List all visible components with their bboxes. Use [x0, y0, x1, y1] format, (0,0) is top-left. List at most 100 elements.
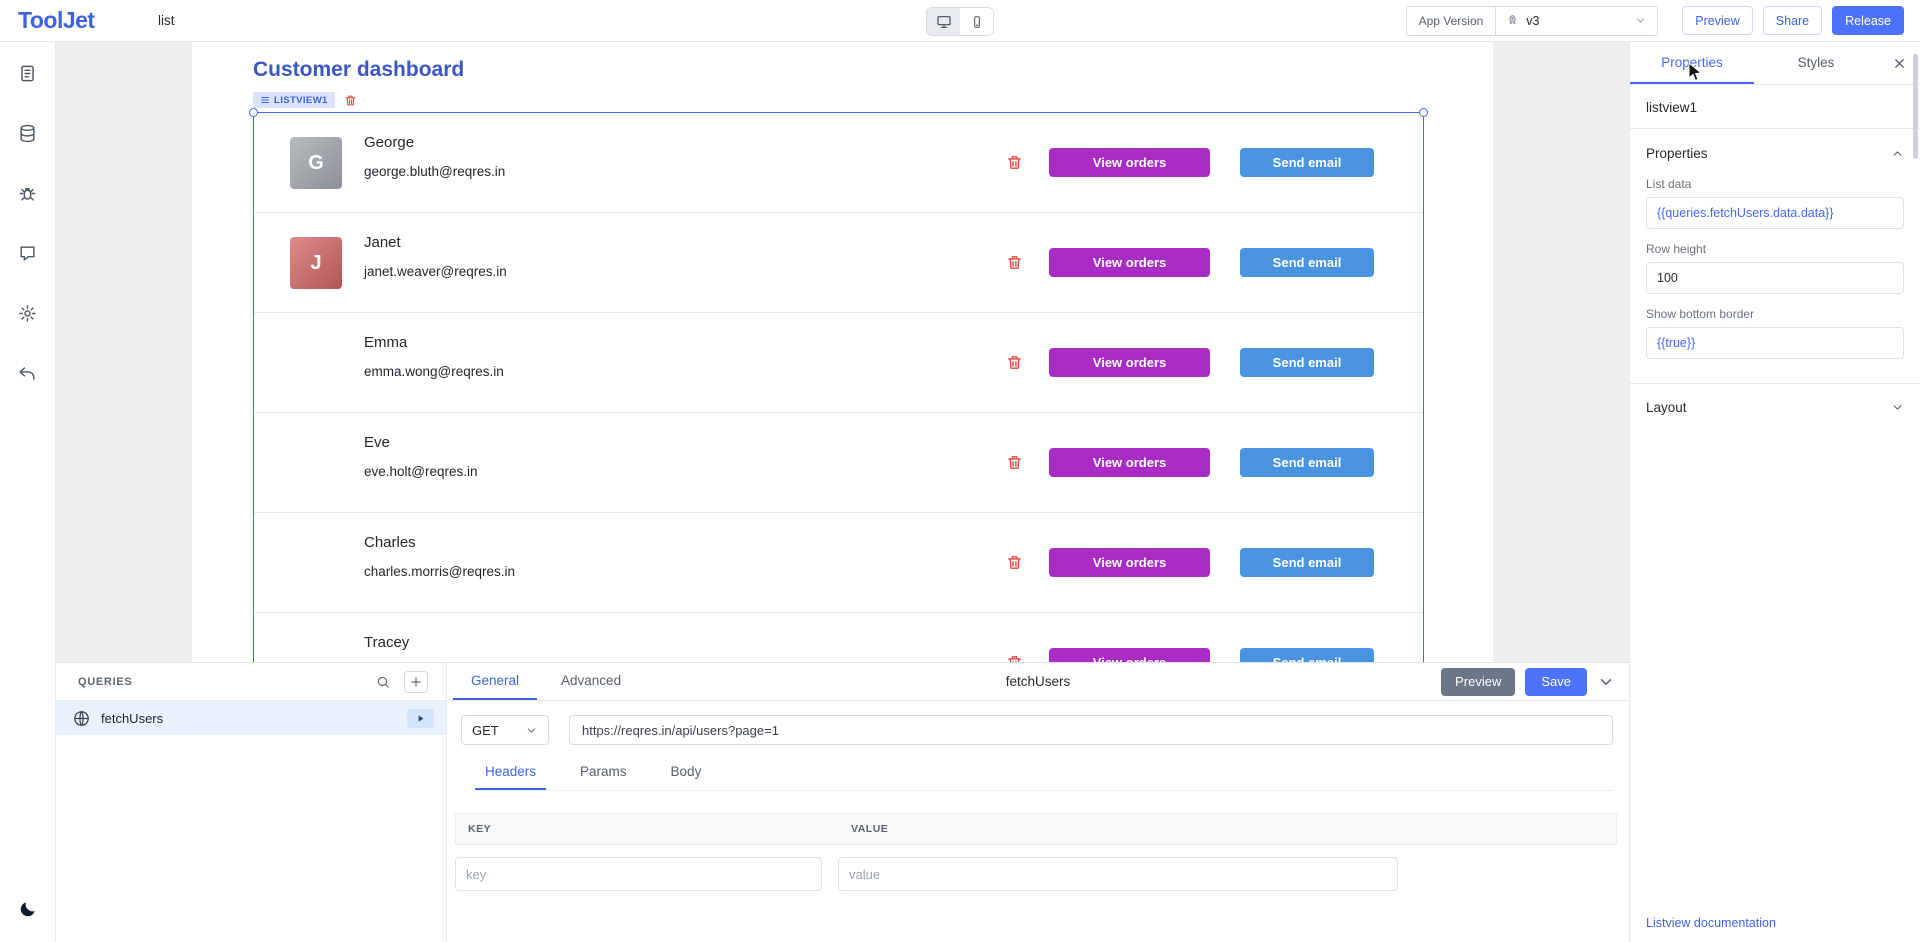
top-bar: ToolJet list App Version [0, 0, 1920, 42]
send-email-button[interactable]: Send email [1240, 648, 1374, 662]
desktop-icon [936, 14, 952, 30]
app-version-group: App Version v3 [1406, 6, 1659, 36]
view-orders-button[interactable]: View orders [1049, 648, 1210, 662]
tab-properties[interactable]: Properties [1630, 42, 1754, 84]
topbar-actions: App Version v3 Preview Share Release [1406, 6, 1904, 36]
dark-mode-icon[interactable] [11, 892, 45, 926]
desktop-view-button[interactable] [927, 8, 960, 35]
send-email-button[interactable]: Send email [1240, 148, 1374, 177]
mobile-view-button[interactable] [960, 8, 993, 35]
widget-selection-tag: LISTVIEW1 [253, 92, 357, 108]
chevron-down-icon [1634, 14, 1647, 27]
delete-row-icon[interactable] [1006, 454, 1023, 471]
delete-row-icon[interactable] [1006, 154, 1023, 171]
version-dropdown[interactable]: v3 [1496, 6, 1658, 36]
delete-widget-icon[interactable] [344, 94, 357, 107]
send-email-button[interactable]: Send email [1240, 248, 1374, 277]
method-select[interactable]: GET [461, 715, 549, 745]
resize-handle[interactable] [249, 108, 258, 117]
tab-advanced[interactable]: Advanced [543, 663, 639, 700]
customer-name: Tracey [364, 634, 409, 651]
send-email-button[interactable]: Send email [1240, 348, 1374, 377]
query-list-item[interactable]: fetchUsers [56, 701, 446, 735]
tab-styles[interactable]: Styles [1754, 42, 1878, 84]
widget-badge-label: LISTVIEW1 [274, 95, 328, 106]
listview-widget[interactable]: G George george.bluth@reqres.in View ord… [253, 112, 1424, 662]
avatar: T [290, 637, 342, 662]
tab-general[interactable]: General [453, 663, 537, 700]
layout-section-label: Layout [1646, 400, 1687, 415]
widget-badge[interactable]: LISTVIEW1 [253, 92, 335, 108]
row-height-input[interactable] [1646, 262, 1904, 294]
avatar: C [290, 537, 342, 589]
customer-email: janet.weaver@reqres.in [364, 264, 507, 279]
rocket-icon [1506, 14, 1519, 27]
app-name[interactable]: list [158, 13, 175, 28]
query-save-button[interactable]: Save [1525, 668, 1587, 696]
canvas[interactable]: Customer dashboard LISTVIEW1 [192, 42, 1493, 662]
send-email-button[interactable]: Send email [1240, 448, 1374, 477]
search-queries-button[interactable] [371, 671, 395, 693]
header-value-input[interactable] [838, 857, 1398, 891]
key-column-header: KEY [456, 823, 839, 835]
view-orders-button[interactable]: View orders [1049, 548, 1210, 577]
layout-section-header[interactable]: Layout [1630, 383, 1920, 431]
delete-row-icon[interactable] [1006, 654, 1023, 662]
list-item: G George george.bluth@reqres.in View ord… [254, 113, 1423, 213]
customer-name: Janet [364, 234, 401, 251]
listview-documentation-link[interactable]: Listview documentation [1646, 916, 1776, 930]
device-toggle [926, 7, 994, 36]
canvas-region: Customer dashboard LISTVIEW1 [56, 42, 1629, 662]
global-settings-icon[interactable] [11, 356, 45, 390]
headers-table-header: KEY VALUE [455, 813, 1617, 845]
left-sidebar [0, 42, 56, 942]
debugger-icon[interactable] [11, 176, 45, 210]
customer-email: charles.morris@reqres.in [364, 564, 515, 579]
url-input[interactable] [569, 715, 1613, 745]
release-button[interactable]: Release [1832, 6, 1904, 35]
view-orders-button[interactable]: View orders [1049, 148, 1210, 177]
tab-params[interactable]: Params [570, 755, 637, 790]
database-icon[interactable] [11, 116, 45, 150]
headers-table: KEY VALUE [455, 813, 1617, 891]
delete-row-icon[interactable] [1006, 354, 1023, 371]
send-email-button[interactable]: Send email [1240, 548, 1374, 577]
app-version-label: App Version [1406, 6, 1497, 36]
resize-handle[interactable] [1419, 108, 1428, 117]
chevron-up-icon [1891, 147, 1904, 160]
add-query-button[interactable] [404, 671, 428, 693]
scrollbar-thumb[interactable] [1913, 54, 1918, 159]
mobile-icon [970, 15, 984, 29]
show-bottom-border-input[interactable] [1646, 327, 1904, 359]
pages-icon[interactable] [11, 56, 45, 90]
query-preview-button[interactable]: Preview [1441, 668, 1515, 696]
version-value: v3 [1526, 14, 1539, 28]
delete-row-icon[interactable] [1006, 254, 1023, 271]
delete-row-icon[interactable] [1006, 554, 1023, 571]
view-orders-button[interactable]: View orders [1049, 448, 1210, 477]
customer-name: Emma [364, 334, 407, 351]
run-query-button[interactable] [407, 709, 434, 728]
view-orders-button[interactable]: View orders [1049, 248, 1210, 277]
page-title: Customer dashboard [253, 58, 464, 82]
row-height-field: Row height [1630, 242, 1920, 294]
preview-button[interactable]: Preview [1682, 6, 1752, 35]
selected-widget-name: listview1 [1630, 85, 1920, 129]
tab-headers[interactable]: Headers [475, 755, 546, 790]
share-button[interactable]: Share [1763, 6, 1822, 35]
view-orders-button[interactable]: View orders [1049, 348, 1210, 377]
collapse-panel-button[interactable] [1597, 673, 1615, 691]
chevron-down-icon [525, 724, 538, 737]
method-value: GET [472, 723, 499, 738]
header-key-input[interactable] [455, 857, 822, 891]
properties-section-header[interactable]: Properties [1630, 129, 1920, 164]
inspector-icon[interactable] [11, 236, 45, 270]
settings-icon[interactable] [11, 296, 45, 330]
listview-icon [260, 95, 270, 105]
list-data-input[interactable] [1646, 197, 1904, 229]
properties-panel-tabs: Properties Styles [1630, 42, 1920, 85]
query-editor-pane: General Advanced fetchUsers Preview Save… [447, 663, 1629, 942]
tooljet-logo[interactable]: ToolJet [18, 7, 95, 34]
tab-body[interactable]: Body [661, 755, 712, 790]
search-icon [376, 675, 390, 689]
